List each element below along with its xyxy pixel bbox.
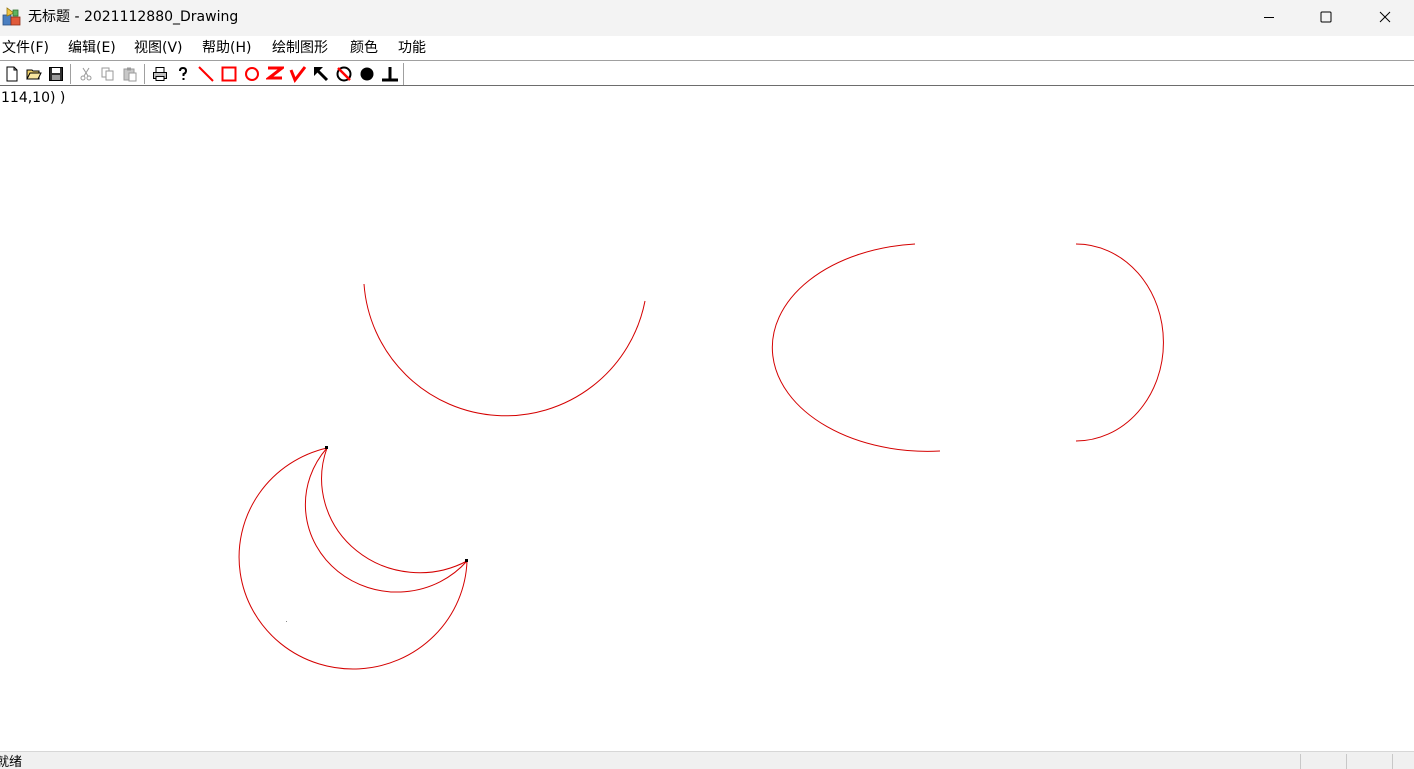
open-folder-icon — [26, 69, 42, 80]
filled-circle-tool-icon — [360, 67, 374, 81]
paste-button[interactable] — [120, 64, 140, 84]
print-icon — [153, 67, 167, 81]
drawing-surface[interactable] — [0, 87, 1414, 751]
maximize-button[interactable] — [1297, 0, 1355, 34]
menu-color[interactable]: 颜色 — [350, 39, 378, 57]
menu-view[interactable]: 视图(V) — [134, 39, 183, 57]
arrow-tool-button[interactable] — [311, 64, 331, 84]
copy-icon — [101, 67, 114, 81]
minimize-icon — [1264, 17, 1274, 18]
ellipse-tool-icon — [245, 67, 259, 81]
cut-icon — [80, 67, 92, 81]
status-pane-divider — [1300, 754, 1301, 769]
help-icon — [179, 66, 188, 80]
title-bar: 无标题 - 2021112880_Drawing — [0, 0, 1414, 36]
maximize-icon — [1320, 11, 1332, 23]
drawn-arc-right-ellipse-left — [771, 243, 941, 452]
perpendicular-tool-button[interactable] — [380, 64, 400, 84]
menu-file[interactable]: 文件(F) — [2, 39, 49, 57]
drawn-crescent-outer-arc — [238, 447, 468, 670]
save-icon — [49, 67, 63, 81]
toolbar — [0, 60, 1414, 86]
status-text: 就绪 — [0, 755, 23, 769]
toolbar-separator — [70, 64, 72, 84]
rectangle-tool-icon — [221, 66, 237, 82]
line-tool-icon — [198, 66, 214, 82]
line-tool-button[interactable] — [196, 64, 216, 84]
menu-help[interactable]: 帮助(H) — [202, 39, 251, 57]
minimize-button[interactable] — [1240, 0, 1298, 34]
crescent-endpoint-right — [465, 559, 468, 562]
copy-button[interactable] — [98, 64, 118, 84]
status-bar: 就绪 — [0, 751, 1414, 769]
paste-icon — [123, 67, 137, 82]
new-button[interactable] — [2, 64, 22, 84]
open-button[interactable] — [24, 64, 44, 84]
drawn-crescent-middle-arc — [321, 447, 468, 574]
check-shape-tool-icon — [289, 66, 307, 83]
close-button[interactable] — [1356, 0, 1414, 34]
check-shape-tool-button[interactable] — [288, 64, 308, 84]
app-icon[interactable] — [2, 7, 22, 27]
drawn-arc-right-ellipse-right — [1075, 243, 1164, 442]
menu-edit[interactable]: 编辑(E) — [68, 39, 116, 57]
perpendicular-tool-icon — [382, 67, 398, 82]
status-pane-divider — [1392, 754, 1393, 769]
about-button[interactable] — [173, 64, 193, 84]
ellipse-tool-button[interactable] — [242, 64, 262, 84]
menu-functions[interactable]: 功能 — [398, 39, 426, 57]
menu-bar: 文件(F) 编辑(E) 视图(V) 帮助(H) 绘制图形 颜色 功能 — [0, 36, 1414, 60]
crescent-endpoint-top — [325, 446, 328, 449]
z-shape-tool-icon — [266, 66, 284, 80]
filled-circle-tool-button[interactable] — [357, 64, 377, 84]
no-fill-tool-icon — [336, 66, 352, 82]
close-icon — [1379, 11, 1391, 23]
window-title: 无标题 - 2021112880_Drawing — [28, 9, 239, 25]
status-pane-divider — [1346, 754, 1347, 769]
z-shape-tool-button[interactable] — [265, 64, 285, 84]
stray-pixel — [286, 621, 287, 622]
save-button[interactable] — [46, 64, 66, 84]
cut-button[interactable] — [76, 64, 96, 84]
menu-draw-shapes[interactable]: 绘制图形 — [272, 39, 328, 57]
toolbar-separator — [144, 64, 146, 84]
drawing-canvas[interactable]: 114,10) ) — [0, 87, 1414, 751]
new-file-icon — [6, 66, 18, 82]
toolbar-end-divider — [403, 63, 404, 85]
no-fill-tool-button[interactable] — [334, 64, 354, 84]
arrow-tool-icon — [314, 67, 329, 82]
print-button[interactable] — [150, 64, 170, 84]
rectangle-tool-button[interactable] — [219, 64, 239, 84]
drawn-arc-lower-half — [363, 283, 646, 417]
